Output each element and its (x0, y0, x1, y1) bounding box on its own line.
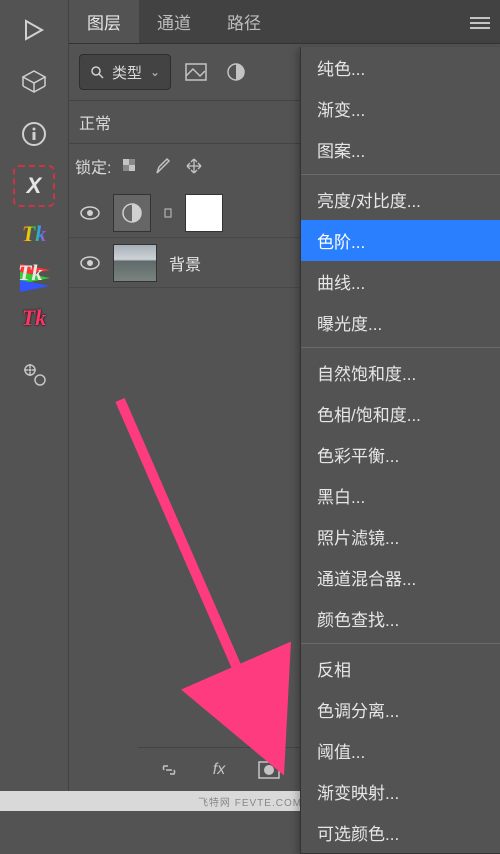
menu-gradient-map[interactable]: 渐变映射... (301, 771, 500, 812)
link-layers-button[interactable] (153, 754, 185, 786)
lock-icons (121, 157, 203, 175)
menu-hue[interactable]: 色相/饱和度... (301, 393, 500, 434)
menu-photo-filter[interactable]: 照片滤镜... (301, 516, 500, 557)
menu-curves[interactable]: 曲线... (301, 261, 500, 302)
info-icon (20, 120, 48, 148)
layer-mask-button[interactable] (253, 754, 285, 786)
link-icon (158, 763, 180, 777)
tab-channels[interactable]: 通道 (139, 0, 209, 43)
filter-adjustment-layers[interactable] (221, 57, 251, 87)
menu-bw[interactable]: 黑白... (301, 475, 500, 516)
search-icon (90, 65, 104, 79)
lock-pixels-icon[interactable] (153, 157, 171, 175)
filter-icons (181, 57, 251, 87)
menu-pattern[interactable]: 图案... (301, 129, 500, 170)
adjustment-layer-menu: 纯色... 渐变... 图案... 亮度/对比度... 色阶... 曲线... … (300, 47, 500, 854)
fx-icon: fx (213, 761, 225, 779)
dashed-selection-box: X (13, 165, 55, 207)
link-icon[interactable] (163, 203, 173, 223)
layer-style-button[interactable]: fx (203, 754, 235, 786)
filter-pixel-layers[interactable] (181, 57, 211, 87)
lock-position-icon[interactable] (185, 157, 203, 175)
cube-tool[interactable] (12, 60, 56, 104)
menu-separator (301, 174, 500, 175)
image-icon (185, 63, 207, 81)
tk-pink-tool[interactable]: Tk (16, 300, 52, 336)
menu-vibrance[interactable]: 自然饱和度... (301, 352, 500, 393)
menu-channel-mixer[interactable]: 通道混合器... (301, 557, 500, 598)
menu-separator (301, 347, 500, 348)
eye-icon (80, 256, 100, 270)
adjustment-circle-icon (120, 201, 144, 225)
menu-solid-color[interactable]: 纯色... (301, 47, 500, 88)
panel-menu-icon[interactable] (470, 14, 490, 32)
clone-source-tool[interactable] (12, 352, 56, 396)
menu-brightness[interactable]: 亮度/对比度... (301, 179, 500, 220)
clone-source-icon (20, 360, 48, 388)
cube-icon (20, 68, 48, 96)
filter-type-label: 类型 (112, 62, 142, 83)
menu-threshold[interactable]: 阈值... (301, 730, 500, 771)
tk-rainbow-tool[interactable]: Tk (16, 216, 52, 252)
info-tool[interactable] (12, 112, 56, 156)
tk-triangle-tool[interactable]: Tk (16, 258, 52, 294)
left-toolbar: X Tk Tk Tk (0, 0, 68, 811)
eye-icon (80, 206, 100, 220)
tab-layers[interactable]: 图层 (69, 0, 139, 43)
background-layer-name[interactable]: 背景 (169, 251, 201, 275)
play-tool[interactable] (12, 8, 56, 52)
menu-selective-color[interactable]: 可选颜色... (301, 812, 500, 853)
tab-paths[interactable]: 路径 (209, 0, 279, 43)
tk-rainbow-icon: Tk (22, 221, 46, 247)
menu-gradient[interactable]: 渐变... (301, 88, 500, 129)
x-icon: X (27, 173, 42, 199)
menu-color-balance[interactable]: 色彩平衡... (301, 434, 500, 475)
chevron-down-icon: ⌄ (150, 65, 160, 79)
menu-invert[interactable]: 反相 (301, 648, 500, 689)
mask-icon (258, 761, 280, 779)
tk-triangle-icon: Tk (16, 258, 52, 294)
filter-type-dropdown[interactable]: 类型 ⌄ (79, 54, 171, 90)
menu-color-lookup[interactable]: 颜色查找... (301, 598, 500, 639)
menu-levels[interactable]: 色阶... (301, 220, 500, 261)
blend-mode-dropdown[interactable]: 正常 (79, 110, 111, 134)
visibility-toggle[interactable] (79, 206, 101, 220)
blend-mode-value: 正常 (79, 110, 111, 134)
visibility-toggle[interactable] (79, 256, 101, 270)
menu-separator (301, 643, 500, 644)
lock-label: 锁定: (75, 154, 111, 178)
panel-tabs: 图层 通道 路径 (69, 0, 500, 44)
tk-pink-icon: Tk (22, 305, 46, 331)
menu-exposure[interactable]: 曝光度... (301, 302, 500, 343)
lock-transparency-icon[interactable] (121, 157, 139, 175)
background-thumbnail[interactable] (113, 244, 157, 282)
play-icon (23, 19, 45, 41)
adjustment-thumbnail[interactable] (113, 194, 151, 232)
adjustment-icon (226, 62, 246, 82)
mask-thumbnail[interactable] (185, 194, 223, 232)
menu-posterize[interactable]: 色调分离... (301, 689, 500, 730)
x-selection-tool[interactable]: X (12, 164, 56, 208)
